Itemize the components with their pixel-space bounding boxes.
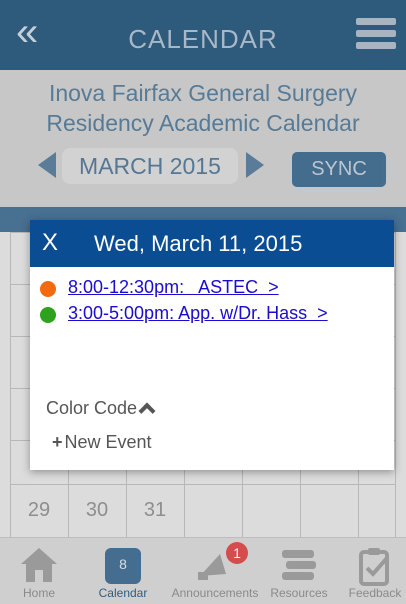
nav-home-label: Home [22,586,55,600]
month-selector: MARCH 2015 [38,148,278,184]
announcements-badge: 1 [226,542,248,564]
day-cell-30[interactable]: 30 [68,484,126,536]
calendar-icon-day: 8 [119,556,127,572]
books-icon [282,550,316,580]
new-event-button[interactable]: + New Event [52,432,152,453]
list-item: 3:00-5:00pm: App. w/Dr. Hass > [40,302,384,328]
calendar-title-line1: Inova Fairfax General Surgery [48,80,358,106]
color-code-label: Color Code [46,398,138,418]
nav-announcements-label: Announcements [171,586,259,600]
modal-header: X Wed, March 11, 2015 [30,220,394,267]
nav-calendar[interactable]: 8 Calendar [88,538,158,604]
day-cell-29[interactable]: 29 [10,484,68,536]
bottom-nav: Home 8 Calendar 1 Announcements Resource… [0,537,406,604]
page-title: CALENDAR [128,24,278,54]
month-label: MARCH 2015 [62,148,238,184]
nav-feedback-label: Feedback [348,586,402,600]
new-event-label: New Event [64,432,152,452]
nav-resources[interactable]: Resources [264,538,334,604]
nav-announcements[interactable]: 1 Announcements [170,538,260,604]
color-code-toggle[interactable]: Color Code [46,398,156,420]
day-cell-31[interactable]: 31 [126,484,184,536]
calendar-icon: 8 [105,548,141,584]
next-month-arrow-icon[interactable] [246,152,264,178]
nav-feedback[interactable]: Feedback [344,538,406,604]
event-link-app-dr-hass[interactable]: 3:00-5:00pm: App. w/Dr. Hass > [68,303,328,324]
event-color-dot [40,281,56,297]
calendar-title: Inova Fairfax General Surgery Residency … [10,78,396,138]
prev-month-arrow-icon[interactable] [38,152,56,178]
event-list: 8:00-12:30pm: ASTEC > 3:00-5:00pm: App. … [40,276,384,328]
list-item: 8:00-12:30pm: ASTEC > [40,276,384,302]
nav-home[interactable]: Home [4,538,74,604]
event-link-astec[interactable]: 8:00-12:30pm: ASTEC > [68,277,279,298]
hamburger-menu-icon[interactable] [356,18,396,52]
divider: ____________________ [44,380,297,396]
modal-close-button[interactable]: X [42,228,70,258]
event-color-dot [40,307,56,323]
clipboard-check-icon [359,548,389,586]
grid-line [395,232,396,537]
nav-calendar-label: Calendar [98,586,148,600]
modal-date-title: Wed, March 11, 2015 [94,231,303,256]
plus-icon: + [52,432,63,452]
nav-resources-label: Resources [270,586,328,600]
sync-button[interactable]: SYNC [292,152,386,187]
calendar-title-line2: Residency Academic Calendar [46,110,360,136]
chevron-up-icon [138,402,156,420]
home-icon [21,548,57,582]
day-events-modal: X Wed, March 11, 2015 8:00-12:30pm: ASTE… [30,220,394,470]
app-header: « CALENDAR [0,0,406,70]
